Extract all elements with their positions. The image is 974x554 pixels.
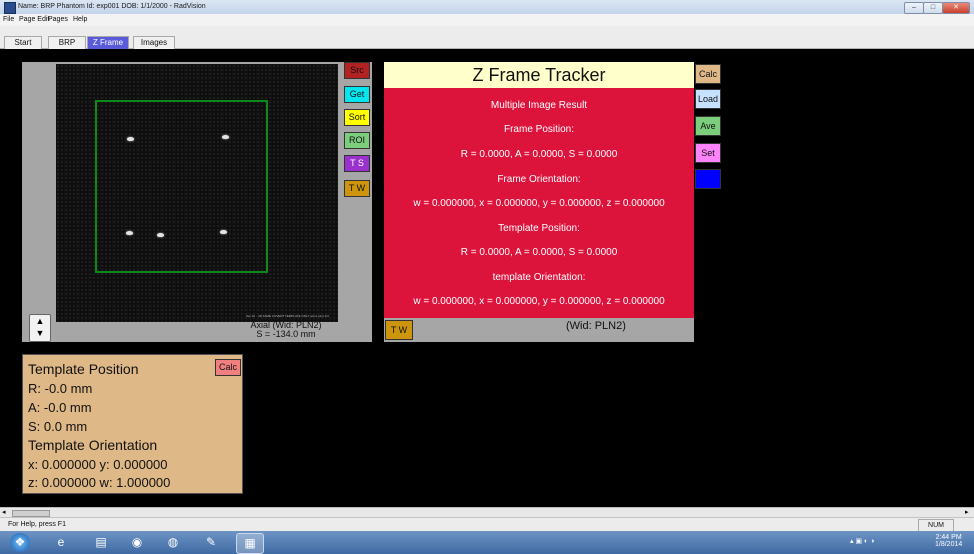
calc-button[interactable]: Calc [695,64,721,84]
slice-spinner[interactable]: ▲ ▼ [29,314,51,342]
template-calc-button[interactable]: Calc [215,359,241,376]
tool-icon[interactable]: ✎ [198,533,224,552]
template-xy-value: x: 0.000000 y: 0.000000 [28,457,168,472]
template-orientation-heading: template Orientation: [492,272,586,283]
menu-help[interactable]: Help [73,16,87,23]
menu-page-edit[interactable]: Page Edit [19,16,49,23]
template-zw-value: z: 0.000000 w: 1.000000 [28,475,171,490]
ie-icon[interactable]: e [48,533,74,552]
template-orientation-value: w = 0.000000, x = 0.000000, y = 0.000000… [413,296,665,307]
scroll-left-icon[interactable]: ◂ [2,508,6,516]
fiducial-marker [220,230,227,234]
template-position-panel: Template Position Calc R: -0.0 mm A: -0.… [22,354,243,494]
tab-start[interactable]: Start [4,36,42,50]
horizontal-scrollbar[interactable]: ◂ ▸ [0,507,974,517]
template-s-value: S: 0.0 mm [28,419,88,434]
frame-roi-box[interactable] [95,100,268,273]
menu-file[interactable]: File [3,16,14,23]
tw-button[interactable]: T W [344,180,370,197]
clock-date: 1/8/2014 [935,541,963,548]
maximize-button[interactable]: □ [923,2,943,14]
tracker-title: Z Frame Tracker [384,62,694,88]
template-position-heading: Template Position: [498,223,580,234]
tab-bar: Start BRP Z Frame Images [0,26,974,50]
sort-button[interactable]: Sort [344,109,370,126]
status-bar: For Help, press F1 NUM [0,517,974,532]
tab-z-frame[interactable]: Z Frame [87,36,129,50]
fiducial-marker [126,231,133,235]
fiducial-marker [157,233,164,237]
clock-time: 2:44 PM [935,534,962,541]
result-heading: Multiple Image Result [490,100,588,111]
template-r-value: R: -0.0 mm [28,381,93,396]
frame-orientation-heading: Frame Orientation: [497,174,581,185]
frame-position-value: R = 0.0000, A = 0.0000, S = 0.0000 [460,149,618,160]
ave-button[interactable]: Ave [695,116,721,136]
scroll-thumb[interactable] [12,510,50,517]
tab-images[interactable]: Images [133,36,175,50]
roi-button[interactable]: ROI [344,132,370,149]
template-a-value: A: -0.0 mm [28,400,92,415]
tracker-tw-button[interactable]: T W [385,320,413,340]
tracker-wid-label: (Wid: PLN2) [566,320,626,332]
template-orientation-title: Template Orientation [28,437,158,453]
set-button[interactable]: Set [695,143,721,163]
start-orb-icon[interactable]: ❖ [10,533,30,552]
src-button[interactable]: Src [344,62,370,79]
scroll-right-icon[interactable]: ▸ [965,508,969,516]
template-position-value: R = 0.0000, A = 0.0000, S = 0.0000 [460,247,618,258]
spinner-up-icon[interactable]: ▲ [30,315,50,327]
window-title: Name: BRP Phantom Id: exp001 DOB: 1/1/20… [18,3,206,10]
menu-bar: File Page Edit Pages Help [0,14,974,26]
title-bar: Name: BRP Phantom Id: exp001 DOB: 1/1/20… [0,0,974,14]
media-icon[interactable]: ◉ [124,533,150,552]
ts-button[interactable]: T S [344,155,370,172]
radvision-taskbar-icon[interactable]: ▦ [236,533,264,554]
axial-label: Axial (Wid: PLN2) S = -134.0 mm [226,321,346,339]
tray-icons[interactable]: ▴ ▣ ◐ ◑ [850,537,874,545]
folder-icon[interactable]: ▤ [88,533,114,552]
tracker-results: Multiple Image Result Frame Position: R … [384,88,694,318]
minimize-button[interactable]: – [904,2,924,14]
fiducial-marker [127,137,134,141]
close-button[interactable]: ✕ [942,2,970,14]
clock[interactable]: 2:44 PM 1/8/2014 [935,534,962,548]
status-help-text: For Help, press F1 [8,521,66,528]
chrome-icon[interactable]: ◍ [160,533,186,552]
blue-button[interactable] [695,169,721,189]
taskbar: ❖ e ▤ ◉ ◍ ✎ ▦ ▴ ▣ ◐ ◑ 2:44 PM 1/8/2014 [0,531,974,554]
get-button[interactable]: Get [344,86,370,103]
template-position-title: Template Position [28,361,139,377]
load-button[interactable]: Load [695,89,721,109]
frame-orientation-value: w = 0.000000, x = 0.000000, y = 0.000000… [413,198,665,209]
spinner-down-icon[interactable]: ▼ [30,327,50,339]
frame-position-heading: Frame Position: [503,124,575,135]
tab-brp[interactable]: BRP [48,36,86,50]
fiducial-marker [222,135,229,139]
app-icon [4,2,16,14]
menu-pages[interactable]: Pages [48,16,68,23]
slice-position-label: S = -134.0 mm [256,329,316,339]
